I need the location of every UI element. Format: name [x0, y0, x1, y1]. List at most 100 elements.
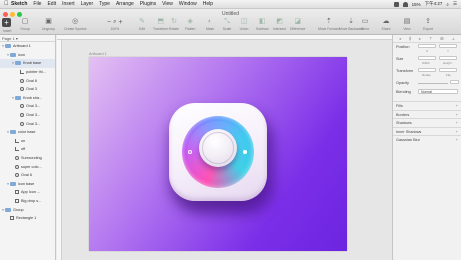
add-gaussian-blur-icon[interactable]: + — [456, 136, 458, 145]
align-middle-icon[interactable]: ⊞ — [440, 36, 443, 41]
rotate-field[interactable] — [418, 68, 436, 72]
ungroup-button[interactable]: ▣ Ungroup — [42, 18, 55, 31]
section-borders[interactable]: Borders + — [393, 109, 461, 120]
layer-row[interactable]: pointer thi... — [0, 68, 55, 77]
artboard[interactable] — [89, 57, 347, 251]
layer-row[interactable]: Oval 6 — [0, 76, 55, 85]
opacity-slider[interactable] — [418, 83, 448, 84]
canvas[interactable]: Artboard 1 — [57, 35, 392, 260]
section-fills[interactable]: Fills + — [393, 101, 461, 110]
menu-help[interactable]: Help — [203, 1, 213, 7]
menu-plugins[interactable]: Plugins — [140, 1, 156, 7]
transform-button[interactable]: ⬒ Transform — [153, 18, 168, 31]
width-field[interactable] — [418, 56, 436, 60]
align-bottom-icon[interactable]: ⊥ — [452, 36, 455, 41]
layer-row[interactable]: Oval 3... — [0, 102, 55, 111]
layer-row[interactable]: off — [0, 145, 55, 154]
layer-row[interactable]: Rectangle 1 — [0, 214, 55, 223]
screen-record-icon[interactable] — [393, 1, 399, 7]
subtract-button[interactable]: ◧ Subtract — [256, 18, 269, 31]
flip-control[interactable] — [439, 68, 457, 72]
x-field[interactable] — [418, 44, 436, 48]
height-label: Height — [443, 61, 452, 65]
layer-row[interactable]: Oval 6 — [0, 171, 55, 180]
add-fills-icon[interactable]: + — [456, 102, 458, 111]
layer-row[interactable]: Surrounding — [0, 154, 55, 163]
union-button[interactable]: ◫ Union — [239, 18, 249, 31]
move-forward-button[interactable]: ⇡ Move Forward — [318, 18, 340, 31]
layer-row[interactable]: ▾ Group — [0, 205, 55, 214]
align-left-icon[interactable]: ⫷ — [399, 36, 401, 41]
zoom-in-button[interactable]: + — [118, 19, 122, 26]
share-button[interactable]: ☁ Share — [381, 18, 391, 31]
layer-row[interactable]: ▾ Artboard 1 — [0, 42, 55, 51]
layer-row[interactable]: App Icon ... — [0, 188, 55, 197]
difference-button[interactable]: ◪ Difference — [290, 18, 305, 31]
rotate-button[interactable]: ↻ Rotate — [169, 18, 179, 31]
wifi-icon[interactable] — [402, 1, 408, 7]
align-center-icon[interactable]: ⫼ — [409, 36, 411, 41]
edit-button[interactable]: ✎ Edit — [137, 18, 147, 31]
opacity-field[interactable] — [450, 80, 459, 84]
zoom-value[interactable]: 100% — [110, 27, 119, 31]
menu-view[interactable]: View — [162, 1, 173, 7]
app-icon-base[interactable] — [169, 103, 267, 201]
add-inner-shadows-icon[interactable]: + — [456, 128, 458, 137]
layer-row[interactable]: ▾ icon — [0, 51, 55, 60]
layer-row[interactable]: Big drop s... — [0, 197, 55, 206]
knob[interactable] — [199, 129, 237, 167]
layer-row[interactable]: ▾ color base — [0, 128, 55, 137]
difference-icon: ◪ — [294, 18, 302, 25]
height-field[interactable] — [439, 56, 457, 60]
section-gaussian-blur[interactable]: Gaussian Blur + — [393, 135, 461, 144]
menu-insert[interactable]: Insert — [62, 1, 75, 7]
group-button[interactable]: ▢ Group — [20, 18, 30, 31]
mirror-button[interactable]: ▭ Mirror — [360, 18, 370, 31]
layer-row[interactable]: super colo... — [0, 162, 55, 171]
align-right-icon[interactable]: ⫸ — [419, 36, 421, 41]
menu-layer[interactable]: Layer — [81, 1, 94, 7]
vertical-ruler[interactable] — [57, 40, 62, 260]
layer-row[interactable]: Oval 3 — [0, 85, 55, 94]
layer-row[interactable]: ▾ icon base — [0, 180, 55, 189]
mask-button[interactable]: ◐ Mask — [205, 18, 215, 31]
notification-center-icon[interactable]: ☰ — [453, 1, 457, 7]
layer-row[interactable]: ▾ Knob base — [0, 59, 55, 68]
off-indicator[interactable] — [188, 150, 192, 154]
menu-edit[interactable]: Edit — [47, 1, 56, 7]
pages-selector[interactable]: Page 1 ▾ — [0, 35, 55, 42]
insert-button[interactable]: + — [2, 18, 11, 27]
align-top-icon[interactable]: ⊤ — [429, 36, 432, 41]
horizontal-ruler[interactable] — [57, 35, 392, 40]
menu-arrange[interactable]: Arrange — [116, 1, 134, 7]
blending-select[interactable]: Normal — [418, 89, 458, 94]
layer-row[interactable]: ▾ Knob sha... — [0, 94, 55, 103]
add-borders-icon[interactable]: + — [456, 111, 458, 120]
add-shadows-icon[interactable]: + — [456, 119, 458, 128]
apple-menu-icon[interactable]:  — [4, 1, 11, 7]
layer-row[interactable]: on — [0, 137, 55, 146]
on-indicator[interactable] — [243, 150, 247, 154]
layer-row[interactable]: Oval 3... — [0, 119, 55, 128]
vector-path-icon — [15, 147, 19, 152]
flatten-button[interactable]: ◈ Flatten — [185, 18, 195, 31]
menu-window[interactable]: Window — [179, 1, 197, 7]
section-shadows[interactable]: Shadows + — [393, 118, 461, 127]
search-icon[interactable]: ⌕ — [446, 2, 449, 7]
y-field[interactable] — [439, 44, 457, 48]
menu-file[interactable]: File — [33, 1, 41, 7]
menu-app-name[interactable]: Sketch — [11, 1, 27, 7]
oval-icon — [20, 113, 24, 118]
view-button[interactable]: ▤ View — [402, 18, 412, 31]
export-button[interactable]: ⇪ Export — [423, 18, 433, 31]
menu-type[interactable]: Type — [99, 1, 110, 7]
clock[interactable]: 下午4:27 — [425, 1, 443, 7]
scale-button[interactable]: ⤡ Scale — [222, 18, 232, 31]
create-symbol-button[interactable]: ◎ Create Symbol — [64, 18, 86, 31]
artboard-title[interactable]: Artboard 1 — [89, 52, 107, 56]
battery-percent[interactable]: 15% — [412, 2, 421, 7]
intersect-button[interactable]: ◩ Intersect — [273, 18, 286, 31]
section-inner-shadows[interactable]: Inner Shadows + — [393, 126, 461, 137]
zoom-out-button[interactable]: − — [107, 19, 111, 26]
layer-row[interactable]: Oval 3... — [0, 111, 55, 120]
